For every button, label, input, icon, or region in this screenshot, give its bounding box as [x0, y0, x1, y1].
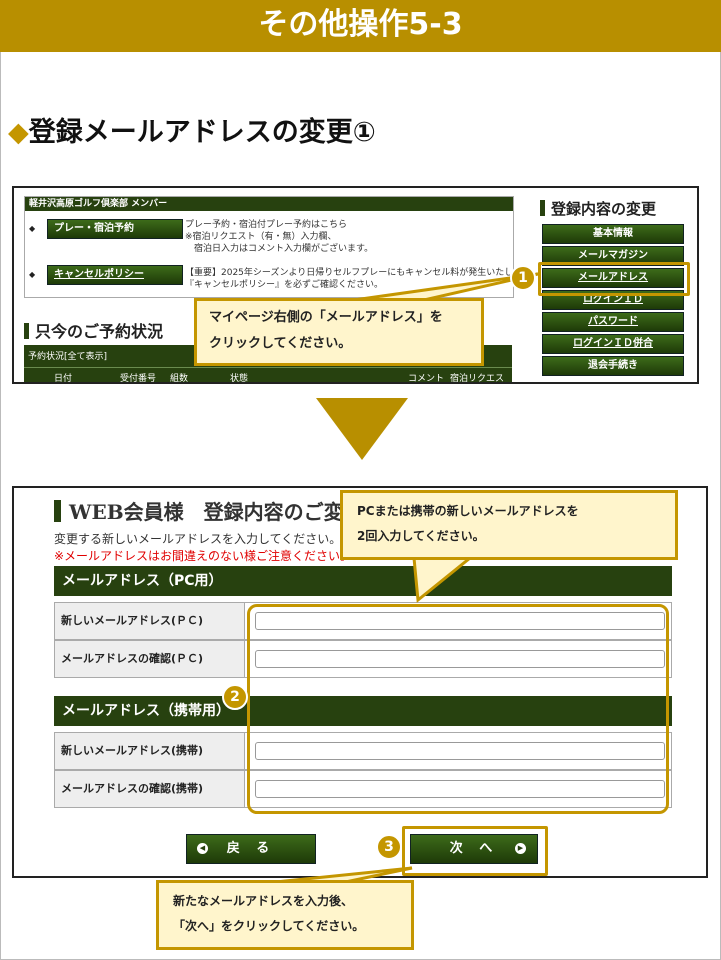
reservation-header-row: 日付 受付番号 組数 状態 コメント 宿泊リクエスト — [24, 367, 512, 382]
reservation-title: 只今のご予約状況 — [24, 318, 163, 342]
form-warning: ※メールアドレスはお間違えのない様ご注意ください。 — [54, 549, 353, 563]
email-menu-highlight — [538, 262, 690, 296]
bullet-icon: ◆ — [29, 224, 36, 233]
side-menu-password[interactable]: パスワード — [542, 312, 684, 332]
side-menu-withdrawal[interactable]: 退会手続き — [542, 356, 684, 376]
step-3-badge: 3 — [376, 834, 402, 860]
email-inputs-highlight — [247, 604, 669, 814]
new-pc-email-label: 新しいメールアドレス(ＰＣ) — [55, 603, 245, 639]
play-reservation-desc: プレー予約・宿泊付プレー予約はこちら ※宿泊リクエスト（有・無）入力欄、 宿泊日… — [185, 220, 374, 254]
down-arrow-icon — [316, 398, 408, 460]
bullet-icon: ◆ — [29, 270, 36, 279]
side-menu-title: 登録内容の変更 — [540, 198, 656, 219]
form-instruction: 変更する新しいメールアドレスを入力してください。 — [54, 532, 342, 546]
section-subtitle: ◆登録メールアドレスの変更① — [8, 110, 376, 149]
step-1-badge: 1 — [510, 265, 536, 291]
callout-step3: 新たなメールアドレスを入力後、 「次へ」をクリックしてください。 — [156, 880, 414, 950]
club-header: 軽井沢高原ゴルフ倶楽部 メンバー — [25, 197, 513, 211]
confirm-mobile-email-label: メールアドレスの確認(携帯) — [55, 771, 245, 807]
pc-email-section-heading: メールアドレス（PC用） — [54, 566, 672, 596]
diamond-icon: ◆ — [8, 117, 29, 148]
new-mobile-email-label: 新しいメールアドレス(携帯) — [55, 733, 245, 769]
step-2-badge: 2 — [222, 684, 248, 710]
back-button[interactable]: ◀ 戻 る — [186, 834, 316, 864]
page-title: その他操作5-3 — [0, 0, 721, 52]
side-menu-basic-info[interactable]: 基本情報 — [542, 224, 684, 244]
mypage-screenshot: 軽井沢高原ゴルフ倶楽部 メンバー ◆ プレー・宿泊予約 プレー予約・宿泊付プレー… — [12, 186, 699, 384]
callout-step2: PCまたは携帯の新しいメールアドレスを 2回入力してください。 — [340, 490, 678, 560]
next-button-highlight — [402, 826, 548, 876]
back-arrow-icon: ◀ — [197, 843, 208, 854]
subtitle-text: 登録メールアドレスの変更① — [28, 117, 376, 148]
callout-step1: マイページ右側の「メールアドレス」を クリックしてください。 — [194, 298, 484, 366]
cancel-policy-button[interactable]: キャンセルポリシー — [47, 265, 183, 285]
side-menu-login-id-merge[interactable]: ログインＩＤ併合 — [542, 334, 684, 354]
confirm-pc-email-label: メールアドレスの確認(ＰＣ) — [55, 641, 245, 677]
play-reservation-button[interactable]: プレー・宿泊予約 — [47, 219, 183, 239]
callout2-tail — [412, 556, 475, 603]
form-title: WEB会員様 登録内容のご変更 — [54, 496, 364, 525]
